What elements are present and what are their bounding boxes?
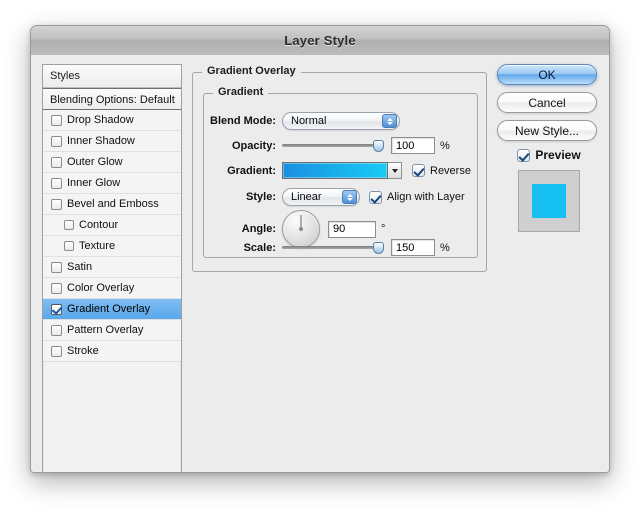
sidebar-item-drop-shadow[interactable]: Drop Shadow bbox=[43, 110, 181, 131]
gradient-overlay-group-title: Gradient Overlay bbox=[202, 65, 301, 77]
sidebar-header-styles[interactable]: Styles bbox=[43, 65, 181, 88]
chevron-updown-icon[interactable] bbox=[342, 190, 357, 204]
dialog-actions-panel: OK Cancel New Style... Preview bbox=[497, 64, 601, 472]
effect-label: Stroke bbox=[67, 345, 99, 357]
gradient-group-title: Gradient bbox=[213, 86, 269, 98]
preview-checkbox[interactable] bbox=[517, 148, 531, 162]
blend-mode-select[interactable]: Normal bbox=[282, 112, 400, 130]
effect-checkbox[interactable] bbox=[51, 303, 62, 315]
effect-label: Inner Glow bbox=[67, 177, 121, 189]
angle-label: Angle: bbox=[241, 223, 276, 235]
window-title: Layer Style bbox=[284, 33, 356, 48]
opacity-unit: % bbox=[440, 139, 450, 152]
gradient-row: Gradient: Reverse bbox=[204, 162, 477, 179]
effect-checkbox[interactable] bbox=[51, 282, 62, 294]
gradient-label: Gradient: bbox=[227, 164, 276, 177]
layer-style-dialog: Layer Style Styles Blending Options: Def… bbox=[30, 25, 610, 473]
sidebar-item-satin[interactable]: Satin bbox=[43, 257, 181, 278]
sidebar-item-outer-glow[interactable]: Outer Glow bbox=[43, 152, 181, 173]
opacity-slider[interactable] bbox=[282, 139, 384, 153]
effect-checkbox[interactable] bbox=[51, 324, 62, 336]
gradient-preview-swatch[interactable] bbox=[282, 162, 388, 179]
scale-input[interactable]: 150 bbox=[391, 239, 435, 256]
blend-mode-value: Normal bbox=[291, 115, 327, 127]
blend-mode-label: Blend Mode: bbox=[210, 115, 276, 127]
window-titlebar[interactable]: Layer Style bbox=[31, 26, 609, 56]
reverse-checkbox[interactable] bbox=[412, 164, 425, 177]
sidebar-item-gradient-overlay[interactable]: Gradient Overlay bbox=[43, 299, 181, 320]
effect-label: Gradient Overlay bbox=[67, 303, 151, 315]
style-select[interactable]: Linear bbox=[282, 188, 360, 206]
effect-checkbox[interactable] bbox=[51, 345, 62, 357]
effect-checkbox[interactable] bbox=[51, 261, 62, 273]
opacity-slider-track bbox=[282, 144, 384, 147]
effect-label: Texture bbox=[79, 240, 116, 252]
scale-label: Scale: bbox=[243, 241, 276, 254]
effect-checkbox[interactable] bbox=[51, 198, 62, 210]
sidebar-item-pattern-overlay[interactable]: Pattern Overlay bbox=[43, 320, 181, 341]
reverse-label: Reverse bbox=[430, 164, 471, 177]
effect-label: Inner Shadow bbox=[67, 135, 135, 147]
cancel-button[interactable]: Cancel bbox=[497, 92, 597, 113]
gradient-overlay-panel: Gradient Overlay Gradient Blend Mode: No… bbox=[192, 64, 487, 472]
effect-label: Bevel and Emboss bbox=[67, 198, 159, 210]
gradient-groupbox: Gradient Blend Mode: Normal Opacity: 100… bbox=[203, 86, 478, 258]
sidebar-item-stroke[interactable]: Stroke bbox=[43, 341, 181, 362]
sidebar-item-color-overlay[interactable]: Color Overlay bbox=[43, 278, 181, 299]
sidebar-item-bevel-and-emboss[interactable]: Bevel and Emboss bbox=[43, 194, 181, 215]
effect-label: Color Overlay bbox=[67, 282, 135, 294]
align-with-layer-label: Align with Layer bbox=[387, 191, 465, 203]
effect-checkbox[interactable] bbox=[51, 114, 62, 126]
opacity-label: Opacity: bbox=[231, 139, 276, 152]
preview-thumbnail bbox=[518, 170, 580, 232]
chevron-updown-icon[interactable] bbox=[382, 114, 397, 128]
opacity-value: 100 bbox=[396, 139, 415, 152]
dialog-body: Styles Blending Options: Default Drop Sh… bbox=[31, 55, 609, 472]
effect-label: Pattern Overlay bbox=[67, 324, 144, 336]
scale-slider-knob[interactable] bbox=[373, 241, 384, 254]
gradient-picker-button[interactable] bbox=[388, 162, 402, 179]
opacity-input[interactable]: 100 bbox=[391, 137, 435, 154]
scale-value: 150 bbox=[396, 241, 415, 254]
new-style-button[interactable]: New Style... bbox=[497, 120, 597, 141]
styles-sidebar: Styles Blending Options: Default Drop Sh… bbox=[42, 64, 182, 472]
align-with-layer-checkbox[interactable] bbox=[369, 190, 382, 204]
opacity-slider-knob[interactable] bbox=[373, 139, 384, 152]
gradient-overlay-groupbox: Gradient Overlay Gradient Blend Mode: No… bbox=[192, 65, 487, 272]
preview-label: Preview bbox=[535, 148, 581, 162]
effect-label: Satin bbox=[67, 261, 93, 273]
sidebar-item-texture[interactable]: Texture bbox=[43, 236, 181, 257]
scale-unit: % bbox=[440, 241, 450, 254]
effect-checkbox[interactable] bbox=[64, 241, 74, 251]
effect-checkbox[interactable] bbox=[51, 177, 62, 189]
sidebar-item-inner-shadow[interactable]: Inner Shadow bbox=[43, 131, 181, 152]
angle-unit: ° bbox=[381, 223, 386, 235]
sidebar-item-inner-glow[interactable]: Inner Glow bbox=[43, 173, 181, 194]
effects-list: Drop Shadow Inner Shadow Outer Glow Inner G… bbox=[43, 110, 181, 362]
effect-label: Contour bbox=[79, 219, 119, 231]
style-value: Linear bbox=[291, 191, 322, 203]
chevron-down-icon bbox=[391, 168, 398, 173]
angle-dial-center bbox=[299, 227, 303, 231]
preview-color-swatch bbox=[532, 184, 566, 218]
sidebar-item-contour[interactable]: Contour bbox=[43, 215, 181, 236]
opacity-row: Opacity: 100 % bbox=[204, 137, 477, 154]
effect-checkbox[interactable] bbox=[51, 156, 62, 168]
style-label: Style: bbox=[246, 191, 276, 203]
preview-toggle-row: Preview bbox=[497, 148, 601, 162]
angle-value: 90 bbox=[333, 223, 346, 235]
style-row: Style: Linear Align with Layer bbox=[204, 188, 477, 206]
scale-row: Scale: 150 % bbox=[204, 239, 477, 256]
angle-input[interactable]: 90 bbox=[328, 220, 376, 238]
sidebar-item-blending-options[interactable]: Blending Options: Default bbox=[43, 88, 181, 110]
blend-mode-row: Blend Mode: Normal bbox=[204, 112, 477, 130]
effect-checkbox[interactable] bbox=[51, 135, 62, 147]
scale-slider[interactable] bbox=[282, 241, 384, 255]
effect-checkbox[interactable] bbox=[64, 220, 74, 230]
scale-slider-track bbox=[282, 246, 384, 249]
effect-label: Outer Glow bbox=[67, 156, 123, 168]
ok-button[interactable]: OK bbox=[497, 64, 597, 85]
effect-label: Drop Shadow bbox=[67, 114, 134, 126]
